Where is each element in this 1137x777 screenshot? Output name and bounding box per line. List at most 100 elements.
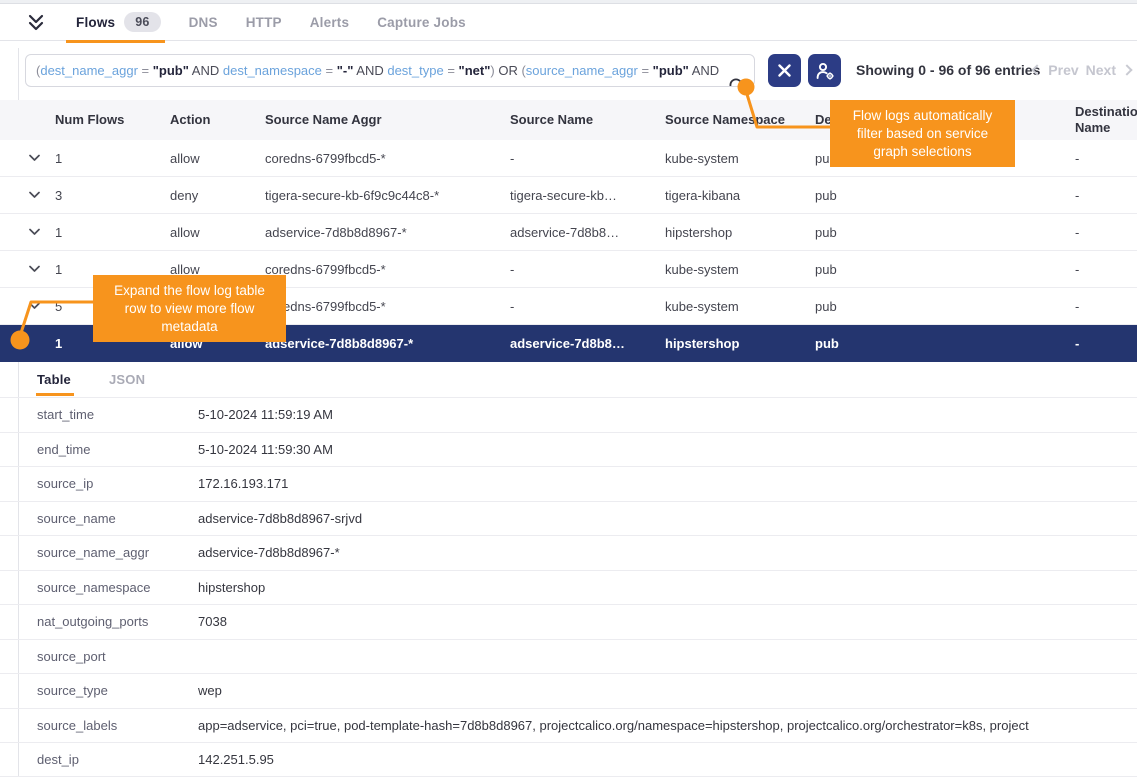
tab-alerts[interactable]: Alerts [296, 4, 363, 41]
cell-source_name: tigera-secure-kb… [510, 188, 665, 203]
tab-count-badge: 96 [124, 12, 160, 32]
next-chevron-icon [1121, 64, 1132, 75]
expand-row-chevron-icon[interactable] [0, 302, 55, 310]
detail-value: wep [198, 683, 1137, 698]
flow-table-row[interactable]: 1allowadservice-7d8b8d8967-*adservice-7d… [0, 214, 1137, 251]
flows-toolbar: (dest_name_aggr = "pub" AND dest_namespa… [0, 48, 1137, 94]
filter-token-value: "-" [337, 63, 354, 78]
cell-source_name_aggr: coredns-6799fbcd5-* [265, 299, 510, 314]
cell-dest_name_aggr: pub [815, 188, 1075, 203]
detail-value: 5-10-2024 11:59:19 AM [198, 407, 1137, 422]
cell-action: allow [170, 151, 265, 166]
cell-dest_name: - [1075, 151, 1137, 166]
detail-row: start_time5-10-2024 11:59:19 AM [0, 397, 1137, 432]
cell-source_namespace: kube-system [665, 151, 815, 166]
detail-value: app=adservice, pci=true, pod-template-ha… [198, 718, 1137, 733]
next-button[interactable]: Next [1086, 62, 1116, 78]
cell-source_name_aggr: coredns-6799fbcd5-* [265, 262, 510, 277]
expand-row-chevron-icon[interactable] [0, 191, 55, 199]
cell-dest_name_aggr: pub [815, 225, 1075, 240]
tab-capture-jobs[interactable]: Capture Jobs [363, 4, 480, 41]
cell-dest_name_aggr: pub [815, 336, 1075, 351]
search-icon[interactable] [706, 62, 747, 87]
filter-token-field: dest_name_aggr [40, 63, 138, 78]
cell-source_name_aggr: coredns-6799fbcd5-* [265, 151, 510, 166]
detail-value: 142.251.5.95 [198, 752, 1137, 767]
detail-key: nat_outgoing_ports [0, 614, 198, 629]
column-header-source-name: Source Name [510, 112, 665, 128]
tab-http[interactable]: HTTP [232, 4, 296, 41]
cell-source_name_aggr: adservice-7d8b8d8967-* [265, 225, 510, 240]
filter-token-op: = [638, 63, 653, 78]
detail-key: end_time [0, 442, 198, 457]
person-gear-icon [815, 61, 835, 81]
filter-token-op: = [444, 63, 459, 78]
detail-tab-table[interactable]: Table [37, 372, 71, 387]
log-type-tabbar: Flows 96 DNS HTTP Alerts Capture Jobs [0, 4, 1137, 41]
detail-value: 7038 [198, 614, 1137, 629]
chevron-double-down-icon [26, 13, 46, 32]
filter-token-kw: AND [189, 63, 223, 78]
detail-value: 172.16.193.171 [198, 476, 1137, 491]
tab-dns[interactable]: DNS [175, 4, 232, 41]
detail-row: source_ip172.16.193.171 [0, 466, 1137, 501]
detail-value: 5-10-2024 11:59:30 AM [198, 442, 1137, 457]
detail-row: source_nameadservice-7d8b8d8967-srjvd [0, 501, 1137, 536]
tab-label: Alerts [310, 15, 349, 30]
flow-detail-panel: Table JSON start_time5-10-2024 11:59:19 A… [0, 362, 1137, 777]
filter-token-value: "pub" [153, 63, 189, 78]
expand-annotation-tooltip: Expand the flow log table row to view mo… [93, 275, 286, 342]
cell-source_name: adservice-7d8b8… [510, 225, 665, 240]
cell-source_namespace: hipstershop [665, 336, 815, 351]
prev-button[interactable]: Prev [1048, 62, 1078, 78]
tab-label: HTTP [246, 15, 282, 30]
detail-key: source_port [0, 649, 198, 664]
detail-key: source_name [0, 511, 198, 526]
detail-row: nat_outgoing_ports7038 [0, 604, 1137, 639]
prev-chevron-icon [1032, 64, 1043, 75]
cell-source_namespace: tigera-kibana [665, 188, 815, 203]
tab-list: Flows 96 DNS HTTP Alerts Capture Jobs [62, 4, 480, 41]
close-icon [778, 64, 791, 77]
cell-source_namespace: kube-system [665, 262, 815, 277]
filter-token-field: dest_type [387, 63, 443, 78]
cell-dest_name: - [1075, 188, 1137, 203]
detail-key: source_labels [0, 718, 198, 733]
expand-row-chevron-icon[interactable] [0, 265, 55, 273]
tab-flows[interactable]: Flows 96 [62, 4, 175, 41]
tab-label: Flows [76, 15, 115, 30]
clear-filter-button[interactable] [768, 54, 801, 87]
detail-row: source_namespacehipstershop [0, 570, 1137, 605]
column-header-source-name-aggr: Source Name Aggr [265, 112, 510, 128]
filter-token-kw: OR [495, 63, 522, 78]
expand-row-chevron-icon[interactable] [0, 228, 55, 236]
detail-tabs: Table JSON [0, 362, 1137, 397]
cell-dest_name: - [1075, 262, 1137, 277]
filter-annotation-tooltip: Flow logs automatically filter based on … [830, 100, 1015, 167]
expand-row-chevron-icon[interactable] [0, 154, 55, 162]
detail-tab-json[interactable]: JSON [109, 372, 145, 387]
column-header-source-namespace: Source Namespace [665, 112, 815, 128]
cell-action: allow [170, 225, 265, 240]
cell-dest_name: - [1075, 225, 1137, 240]
cell-num: 1 [55, 225, 170, 240]
detail-row: source_port [0, 639, 1137, 674]
filter-query-text: (dest_name_aggr = "pub" AND dest_namespa… [36, 63, 722, 78]
filter-token-op: = [322, 63, 337, 78]
pagination: Prev Next [1033, 62, 1131, 78]
cell-source_name: adservice-7d8b8… [510, 336, 665, 351]
cell-dest_name: - [1075, 299, 1137, 314]
detail-row: dest_ip142.251.5.95 [0, 742, 1137, 777]
user-settings-button[interactable] [808, 54, 841, 87]
flow-table-row[interactable]: 3denytigera-secure-kb-6f9c9c44c8-*tigera… [0, 177, 1137, 214]
cell-num: 1 [55, 151, 170, 166]
collapse-panel-button[interactable] [26, 13, 46, 32]
filter-token-op: = [138, 63, 153, 78]
filter-query-input[interactable]: (dest_name_aggr = "pub" AND dest_namespa… [25, 54, 755, 87]
detail-key: start_time [0, 407, 198, 422]
filter-token-value: "net" [459, 63, 491, 78]
cell-source_name: - [510, 151, 665, 166]
cell-dest_name: - [1075, 336, 1137, 351]
filter-token-kw: AND [353, 63, 387, 78]
cell-source_namespace: hipstershop [665, 225, 815, 240]
